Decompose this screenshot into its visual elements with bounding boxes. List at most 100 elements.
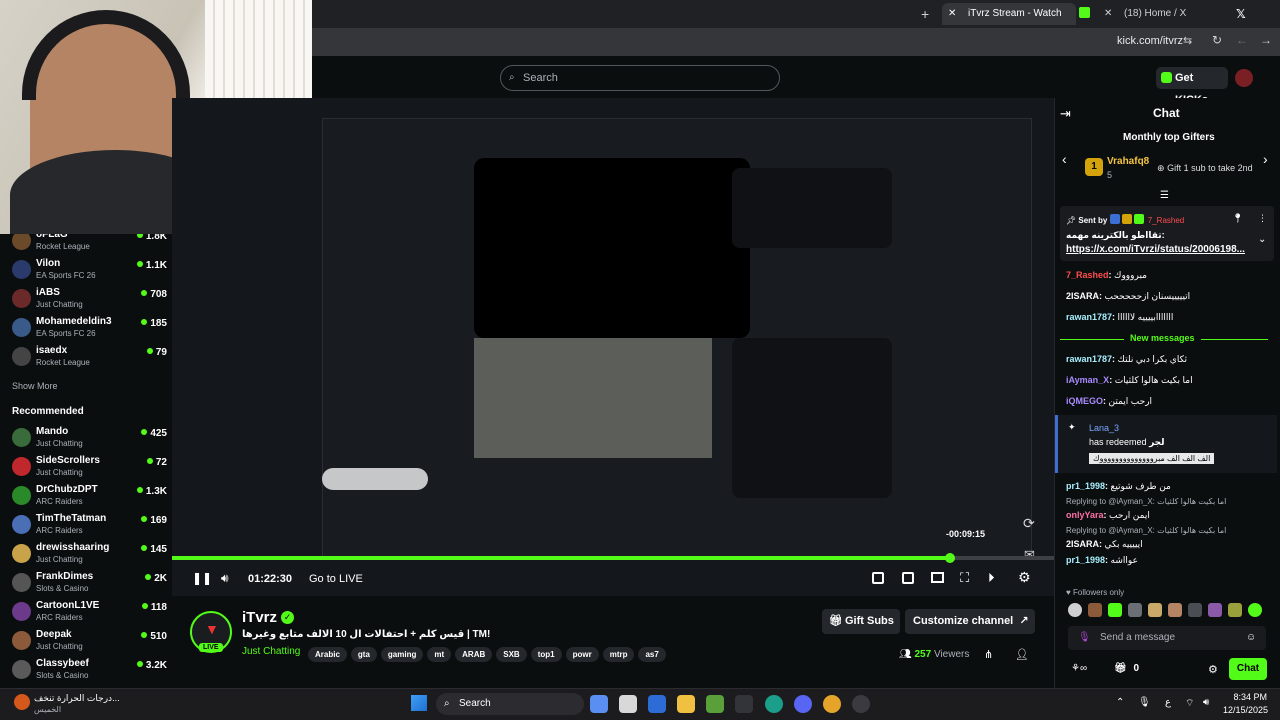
emoji-icon[interactable]: ☺ bbox=[1246, 626, 1256, 650]
mini-player-icon[interactable] bbox=[872, 572, 884, 584]
go-to-live-button[interactable]: Go to LIVE bbox=[309, 573, 363, 585]
chat-username[interactable]: rawan1787 bbox=[1066, 312, 1112, 322]
theater-mode-icon[interactable] bbox=[931, 572, 944, 583]
clock-date[interactable]: 12/15/2025 bbox=[1222, 705, 1268, 715]
avatar[interactable] bbox=[1235, 69, 1253, 87]
stream-tag[interactable]: powr bbox=[565, 647, 599, 662]
mail-icon[interactable]: ✉ bbox=[1024, 547, 1035, 563]
chat-message-input[interactable]: 🎙︎ Send a message ☺ bbox=[1068, 626, 1266, 650]
emote-icon[interactable] bbox=[1088, 603, 1102, 617]
collapse-chat-icon[interactable]: ⇥ bbox=[1060, 106, 1071, 122]
chevron-up-icon[interactable]: ⌃ bbox=[1116, 697, 1124, 708]
channel-name[interactable]: iTvrz bbox=[242, 609, 277, 626]
taskbar-search[interactable]: ⌕ Search bbox=[436, 693, 584, 715]
share-icon[interactable]: ⋔ bbox=[984, 648, 993, 661]
emote-icon[interactable] bbox=[1208, 603, 1222, 617]
fullscreen-icon[interactable]: ⛶ bbox=[960, 570, 969, 586]
reload-icon[interactable]: ↻ bbox=[1212, 33, 1222, 47]
progress-handle[interactable] bbox=[945, 553, 955, 563]
stream-tag[interactable]: mt bbox=[427, 647, 452, 662]
stream-tag[interactable]: SXB bbox=[496, 647, 527, 662]
obs-icon[interactable] bbox=[852, 695, 870, 713]
customize-channel-button[interactable]: Customize channel ↗ bbox=[905, 609, 1035, 634]
sidebar-channel-item[interactable]: Vilon EA Sports FC 26 1.1K bbox=[12, 258, 167, 287]
chevron-right-icon[interactable]: › bbox=[1263, 151, 1268, 167]
chat-username[interactable]: onlyYara bbox=[1066, 510, 1104, 520]
stream-tag[interactable]: ARAB bbox=[455, 647, 493, 662]
chevron-down-icon[interactable]: ⌄ bbox=[1258, 234, 1266, 245]
sidebar-channel-item[interactable]: iABS Just Chatting 708 bbox=[12, 287, 167, 316]
chevron-left-icon[interactable]: ‹ bbox=[1062, 151, 1067, 167]
pause-icon[interactable]: ❚❚ bbox=[192, 571, 212, 585]
discord-icon[interactable] bbox=[794, 695, 812, 713]
chat-settings-icon[interactable]: ⚙ bbox=[1208, 663, 1218, 676]
forward-icon[interactable]: → bbox=[1260, 33, 1272, 47]
wifi-icon[interactable]: ⌔ bbox=[1185, 697, 1194, 710]
sidebar-channel-item[interactable]: TimTheTatman ARC Raiders 169 bbox=[12, 513, 167, 542]
rewind-icon[interactable]: ⏵ bbox=[988, 570, 995, 586]
chat-username[interactable]: 7_Rashed bbox=[1066, 270, 1109, 280]
points-icon[interactable]: ⚘∞ bbox=[1071, 663, 1087, 674]
edge-icon[interactable] bbox=[765, 695, 783, 713]
sidebar-channel-item[interactable]: Mando Just Chatting 425 bbox=[12, 426, 167, 455]
stream-tag[interactable]: mtrp bbox=[602, 647, 635, 662]
chat-username[interactable]: iQMEGO bbox=[1066, 396, 1103, 406]
clip-button-icon[interactable] bbox=[902, 572, 914, 584]
mic-icon[interactable]: 🎙︎ bbox=[1078, 626, 1091, 650]
chat-username[interactable]: 2ISARA bbox=[1066, 539, 1099, 549]
follow-user-icon[interactable]: 👤︎ bbox=[1015, 648, 1029, 661]
stream-category-link[interactable]: Just Chatting bbox=[242, 646, 300, 657]
stream-tag[interactable]: gta bbox=[350, 647, 377, 662]
emote-icon[interactable] bbox=[1168, 603, 1182, 617]
sidebar-channel-item[interactable]: drewisshaaring Just Chatting 145 bbox=[12, 542, 167, 571]
unpin-icon[interactable]: 📍︎ bbox=[1232, 213, 1243, 224]
copilot-icon[interactable] bbox=[590, 695, 608, 713]
gift-prompt[interactable]: ⊕ Gift 1 sub to take 2nd bbox=[1157, 163, 1253, 174]
security-icon[interactable] bbox=[648, 695, 666, 713]
search-input[interactable]: ⌕ Search bbox=[500, 65, 780, 91]
close-icon[interactable]: ✕ bbox=[948, 3, 956, 25]
chat-username[interactable]: pr1_1998 bbox=[1066, 555, 1105, 565]
video-player[interactable] bbox=[172, 98, 1054, 596]
chat-username[interactable]: iAyman_X bbox=[1066, 375, 1109, 385]
chat-username[interactable]: rawan1787 bbox=[1066, 354, 1112, 364]
send-chat-button[interactable]: Chat bbox=[1229, 658, 1267, 680]
stream-tag[interactable]: as7 bbox=[638, 647, 666, 662]
show-more-link[interactable]: Show More bbox=[12, 381, 58, 391]
language-indicator[interactable]: ع bbox=[1165, 697, 1171, 708]
clock-time[interactable]: 8:34 PM bbox=[1225, 692, 1267, 702]
sidebar-channel-item[interactable]: SideScrollers Just Chatting 72 bbox=[12, 455, 167, 484]
new-tab-icon[interactable]: + bbox=[921, 6, 929, 22]
tab-itvrz[interactable]: ✕ iTvrz Stream - Watch Live o bbox=[942, 3, 1076, 41]
get-kicks-button[interactable]: Get KICKs bbox=[1156, 67, 1228, 106]
stream-tag[interactable]: top1 bbox=[530, 647, 562, 662]
sidebar-channel-item[interactable]: CartoonL1VE ARC Raiders 118 bbox=[12, 600, 167, 629]
speaker-icon[interactable]: 🔊︎ bbox=[1203, 697, 1209, 708]
pinned-username[interactable]: 7_Rashed bbox=[1148, 216, 1184, 225]
sidebar-channel-item[interactable]: isaedx Rocket League 79 bbox=[12, 345, 167, 374]
emote-icon[interactable] bbox=[1148, 603, 1162, 617]
sidebar-channel-item[interactable]: FrankDimes Slots & Casino 2K bbox=[12, 571, 167, 600]
volume-icon[interactable]: 🔊︎ bbox=[221, 571, 229, 586]
weather-icon[interactable] bbox=[14, 694, 30, 710]
clip-icon[interactable]: ⟳ bbox=[1023, 515, 1035, 532]
gift-subs-button[interactable]: 🎁︎ Gift Subs bbox=[822, 609, 900, 634]
more-options-icon[interactable]: ⋮ bbox=[1258, 213, 1267, 224]
microphone-tray-icon[interactable]: 🎙︎ bbox=[1138, 697, 1151, 708]
terminal-icon[interactable] bbox=[735, 695, 753, 713]
close-icon[interactable]: ✕ bbox=[1104, 3, 1112, 25]
tune-icon[interactable]: ⇆ bbox=[1183, 34, 1192, 47]
points-display[interactable]: 🎁︎ 0 bbox=[1114, 663, 1139, 674]
stream-tag[interactable]: Arabic bbox=[308, 647, 347, 662]
emote-icon[interactable] bbox=[1068, 603, 1082, 617]
weather-text[interactable]: درجات الحرارة تنخف... bbox=[34, 693, 120, 704]
chat-username[interactable]: 2ISARA bbox=[1066, 291, 1099, 301]
emote-icon[interactable] bbox=[1188, 603, 1202, 617]
chat-username[interactable]: pr1_1998 bbox=[1066, 481, 1105, 491]
filter-icon[interactable]: ☰ bbox=[1160, 190, 1169, 201]
stream-tag[interactable]: gaming bbox=[380, 647, 424, 662]
emote-icon[interactable] bbox=[1248, 603, 1262, 617]
sidebar-channel-item[interactable]: Deepak Just Chatting 510 bbox=[12, 629, 167, 658]
emote-icon[interactable] bbox=[1108, 603, 1122, 617]
url-field[interactable]: kick.com/itvrz bbox=[1117, 35, 1183, 47]
